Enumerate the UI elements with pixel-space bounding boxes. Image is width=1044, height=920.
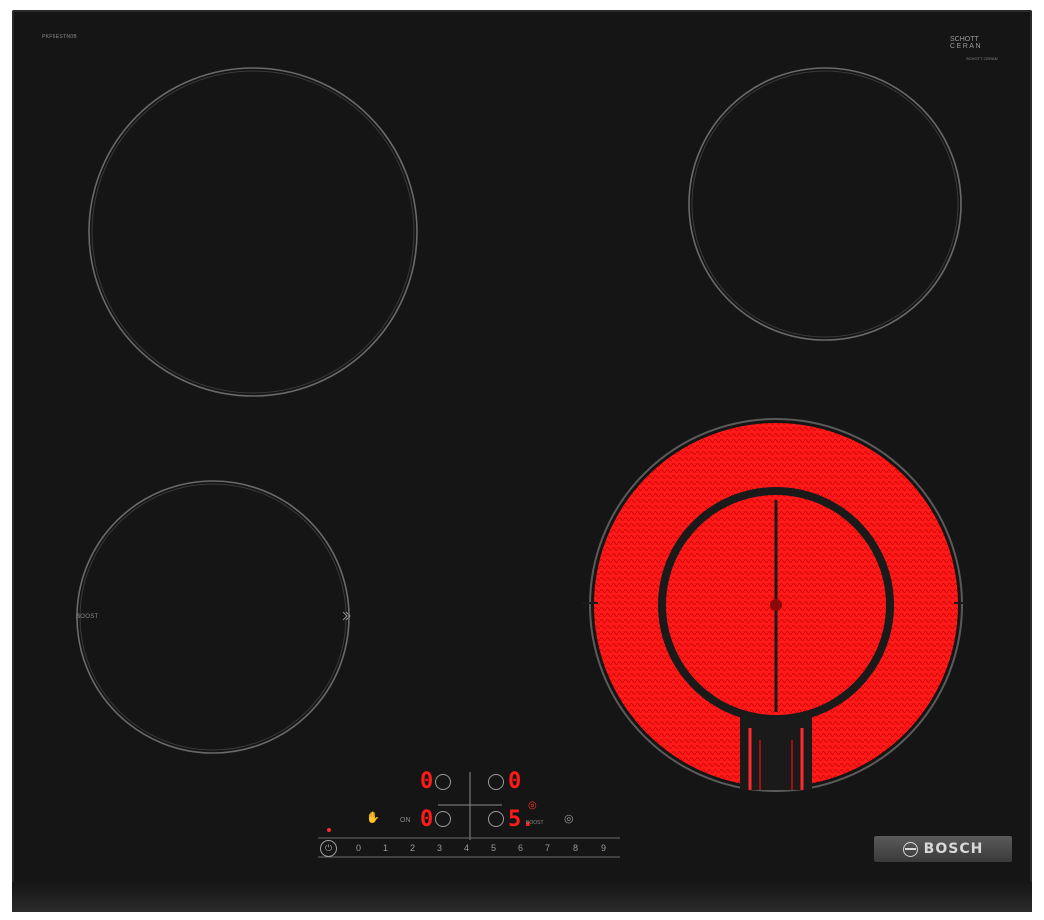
slider-value-3[interactable]: 3 (437, 843, 442, 853)
brand-name: BOSCH (923, 841, 984, 857)
zone-front-left-ring (88, 67, 418, 397)
timer-icon[interactable]: ◎ (564, 814, 574, 825)
zone-rear-right-ring (688, 67, 962, 341)
zone-bottom-left-ring (76, 480, 350, 754)
power-icon: ⏻ (324, 843, 333, 853)
boost-zone-label: BOOST (76, 614, 99, 620)
slider-value-9[interactable]: 9 (601, 843, 606, 853)
boost-button-label[interactable]: BOOST (526, 820, 544, 826)
boost-indicator-icon: ◎ (528, 800, 537, 811)
slider-value-0[interactable]: 0 (356, 843, 361, 853)
slider-value-6[interactable]: 6 (518, 843, 523, 853)
select-front-left-button[interactable] (435, 811, 451, 827)
select-rear-right-button[interactable] (488, 774, 504, 790)
slider-value-8[interactable]: 8 (573, 843, 578, 853)
slider-value-5[interactable]: 5 (491, 843, 496, 853)
slider-value-4[interactable]: 4 (464, 843, 469, 853)
cooking-zones (76, 67, 966, 858)
slider-value-1[interactable]: 1 (383, 843, 388, 853)
brand-plate: BOSCH (874, 836, 1012, 862)
select-rear-left-button[interactable] (435, 774, 451, 790)
zone-active-heating (582, 418, 966, 792)
bosch-logo-icon (902, 841, 918, 857)
power-button[interactable]: ⏻ (320, 840, 337, 857)
power-indicator-dot (327, 828, 331, 832)
display-rear-left: 0 (420, 769, 434, 794)
slider-value-7[interactable]: 7 (545, 843, 550, 853)
display-front-left: 0 (420, 807, 434, 832)
slider-value-2[interactable]: 2 (410, 843, 415, 853)
hand-icon[interactable]: ✋ (366, 813, 380, 824)
on-label: ON (400, 817, 411, 824)
display-rear-right: 0 (508, 769, 522, 794)
select-front-right-button[interactable] (488, 811, 504, 827)
